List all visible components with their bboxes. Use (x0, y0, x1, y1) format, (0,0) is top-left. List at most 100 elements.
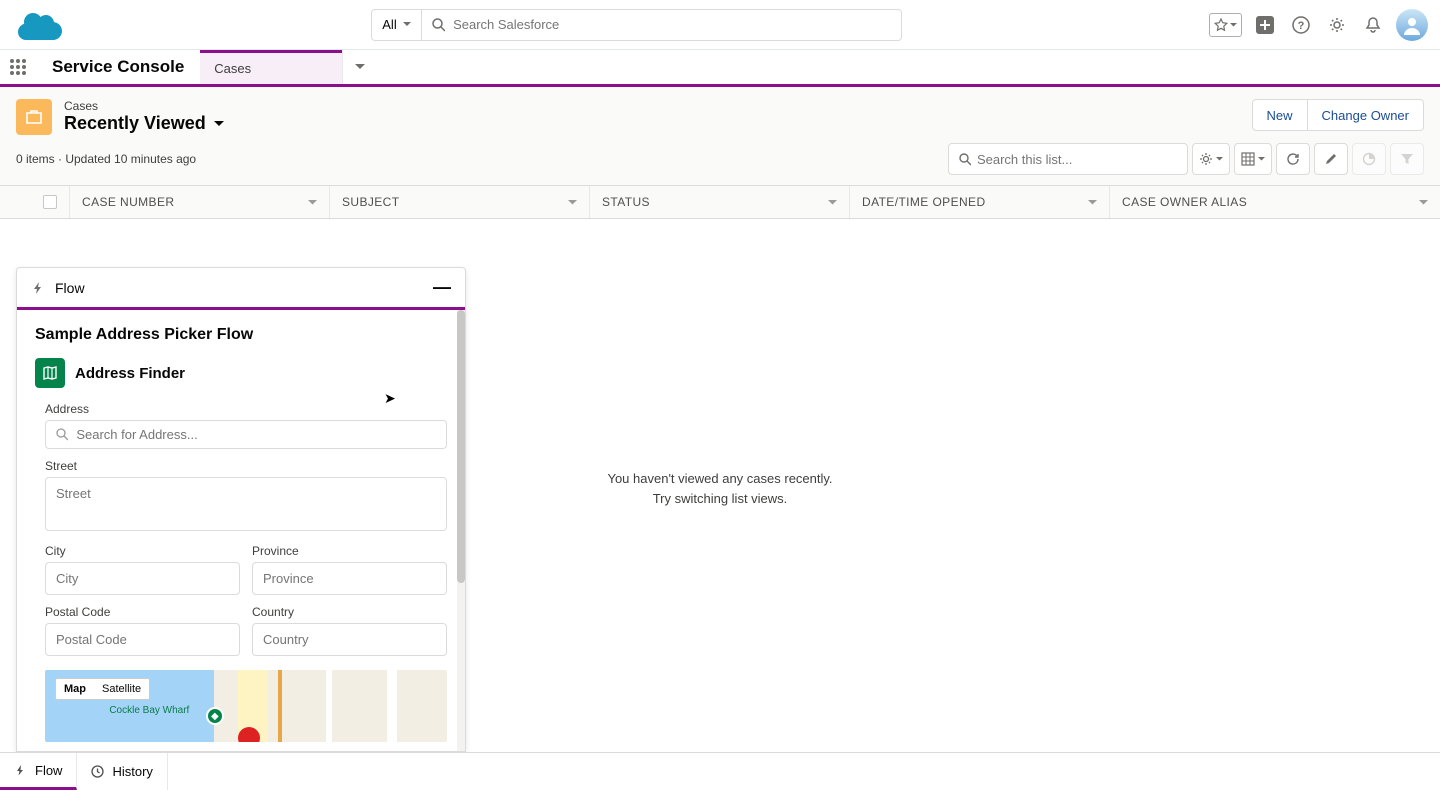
map-poi-label: Cockle Bay Wharf (109, 705, 189, 716)
postal-input[interactable] (45, 623, 240, 656)
chevron-down-icon (828, 200, 837, 205)
search-icon (432, 18, 445, 32)
province-input[interactable] (252, 562, 447, 595)
refresh-button[interactable] (1276, 143, 1310, 175)
table-icon (1241, 152, 1255, 166)
header-actions: New Change Owner (1252, 99, 1424, 131)
list-settings-button[interactable] (1192, 143, 1230, 175)
address-lookup[interactable] (45, 420, 447, 449)
search-scope-dropdown[interactable]: All (371, 9, 421, 41)
map-section-icon (35, 358, 65, 388)
flow-scrollbar[interactable] (457, 310, 465, 751)
nav-tab-cases[interactable]: Cases (200, 50, 342, 84)
lightning-icon (14, 764, 27, 777)
street-label: Street (45, 459, 447, 473)
map-preview[interactable]: Map Satellite ◆ Cockle Bay Wharf (45, 670, 447, 742)
app-navbar: Service Console Cases (0, 50, 1440, 87)
display-as-button[interactable] (1234, 143, 1272, 175)
chevron-down-icon (308, 200, 317, 205)
pencil-icon (1324, 152, 1338, 166)
salesforce-logo[interactable] (16, 9, 64, 41)
filter-icon (1400, 152, 1414, 166)
user-avatar[interactable] (1396, 9, 1428, 41)
table-header: CASE NUMBER SUBJECT STATUS DATE/TIME OPE… (0, 185, 1440, 219)
app-name: Service Console (36, 50, 200, 84)
chevron-down-icon (403, 22, 411, 27)
app-launcher[interactable] (0, 50, 36, 84)
province-label: Province (252, 544, 447, 558)
list-search[interactable] (948, 143, 1188, 175)
flow-panel: Flow — Sample Address Picker Flow Addres… (16, 267, 466, 752)
edit-button[interactable] (1314, 143, 1348, 175)
grid-icon (9, 58, 27, 76)
column-status[interactable]: STATUS (590, 186, 850, 218)
column-datetime[interactable]: DATE/TIME OPENED (850, 186, 1110, 218)
list-view-switcher[interactable]: Recently Viewed (64, 113, 224, 134)
object-breadcrumb: Cases (64, 99, 224, 113)
chevron-down-icon (1088, 200, 1097, 205)
street-input[interactable] (45, 477, 447, 531)
checkbox-icon[interactable] (43, 195, 57, 209)
address-input[interactable] (76, 427, 436, 442)
search-scope-label: All (382, 17, 396, 32)
search-icon (56, 428, 68, 441)
list-controls (948, 143, 1424, 175)
map-icon (41, 364, 59, 382)
list-search-input[interactable] (977, 152, 1177, 167)
select-all-column[interactable] (0, 186, 70, 218)
flow-section-header: Address Finder (35, 358, 447, 388)
global-header: All ? (0, 0, 1440, 50)
bell-icon (1365, 16, 1381, 34)
list-meta: 0 items · Updated 10 minutes ago (16, 152, 196, 166)
clock-icon (91, 765, 104, 778)
country-input[interactable] (252, 623, 447, 656)
utility-tab-flow[interactable]: Flow (0, 753, 77, 790)
notifications-button[interactable] (1360, 12, 1386, 38)
chevron-down-icon (1258, 157, 1265, 161)
city-input[interactable] (45, 562, 240, 595)
column-subject[interactable]: SUBJECT (330, 186, 590, 218)
setup-button[interactable] (1324, 12, 1350, 38)
column-case-number[interactable]: CASE NUMBER (70, 186, 330, 218)
new-button[interactable]: New (1252, 99, 1308, 131)
city-label: City (45, 544, 240, 558)
list-view-name: Recently Viewed (64, 113, 206, 134)
question-icon: ? (1292, 16, 1310, 34)
refresh-icon (1286, 152, 1300, 166)
flow-panel-header[interactable]: Flow — (17, 268, 465, 310)
change-owner-button[interactable]: Change Owner (1308, 99, 1424, 131)
global-search[interactable] (422, 9, 902, 41)
search-icon (959, 153, 971, 166)
minimize-button[interactable]: — (433, 277, 451, 298)
chevron-down-icon (1216, 157, 1223, 161)
column-owner[interactable]: CASE OWNER ALIAS (1110, 186, 1440, 218)
page-header: Cases Recently Viewed New Change Owner (0, 87, 1440, 143)
plus-icon (1255, 15, 1275, 35)
chevron-down-icon (568, 200, 577, 205)
chart-button[interactable] (1352, 143, 1386, 175)
map-tab-map[interactable]: Map (56, 679, 94, 699)
map-tab-satellite[interactable]: Satellite (94, 679, 149, 699)
utility-tab-history[interactable]: History (77, 753, 167, 790)
pie-icon (1362, 152, 1376, 166)
list-subheader: 0 items · Updated 10 minutes ago (0, 143, 1440, 185)
map-type-toggle[interactable]: Map Satellite (55, 678, 150, 700)
cursor-icon: ➤ (384, 390, 396, 407)
utility-bar: Flow History (0, 752, 1440, 790)
postal-label: Postal Code (45, 605, 240, 619)
global-search-input[interactable] (453, 17, 891, 32)
favorites-button[interactable] (1209, 13, 1242, 37)
star-icon (1214, 18, 1228, 32)
flow-body: Sample Address Picker Flow Address Finde… (17, 310, 465, 751)
help-button[interactable]: ? (1288, 12, 1314, 38)
filter-button[interactable] (1390, 143, 1424, 175)
utility-tab-label: Flow (35, 763, 62, 778)
add-button[interactable] (1252, 12, 1278, 38)
gear-icon (1199, 152, 1213, 166)
cases-object-icon (16, 99, 52, 135)
header-utilities: ? (1209, 9, 1428, 41)
nav-tab-menu[interactable] (342, 50, 376, 84)
gear-icon (1328, 16, 1346, 34)
chevron-down-icon (355, 64, 365, 70)
avatar-icon (1401, 14, 1423, 36)
